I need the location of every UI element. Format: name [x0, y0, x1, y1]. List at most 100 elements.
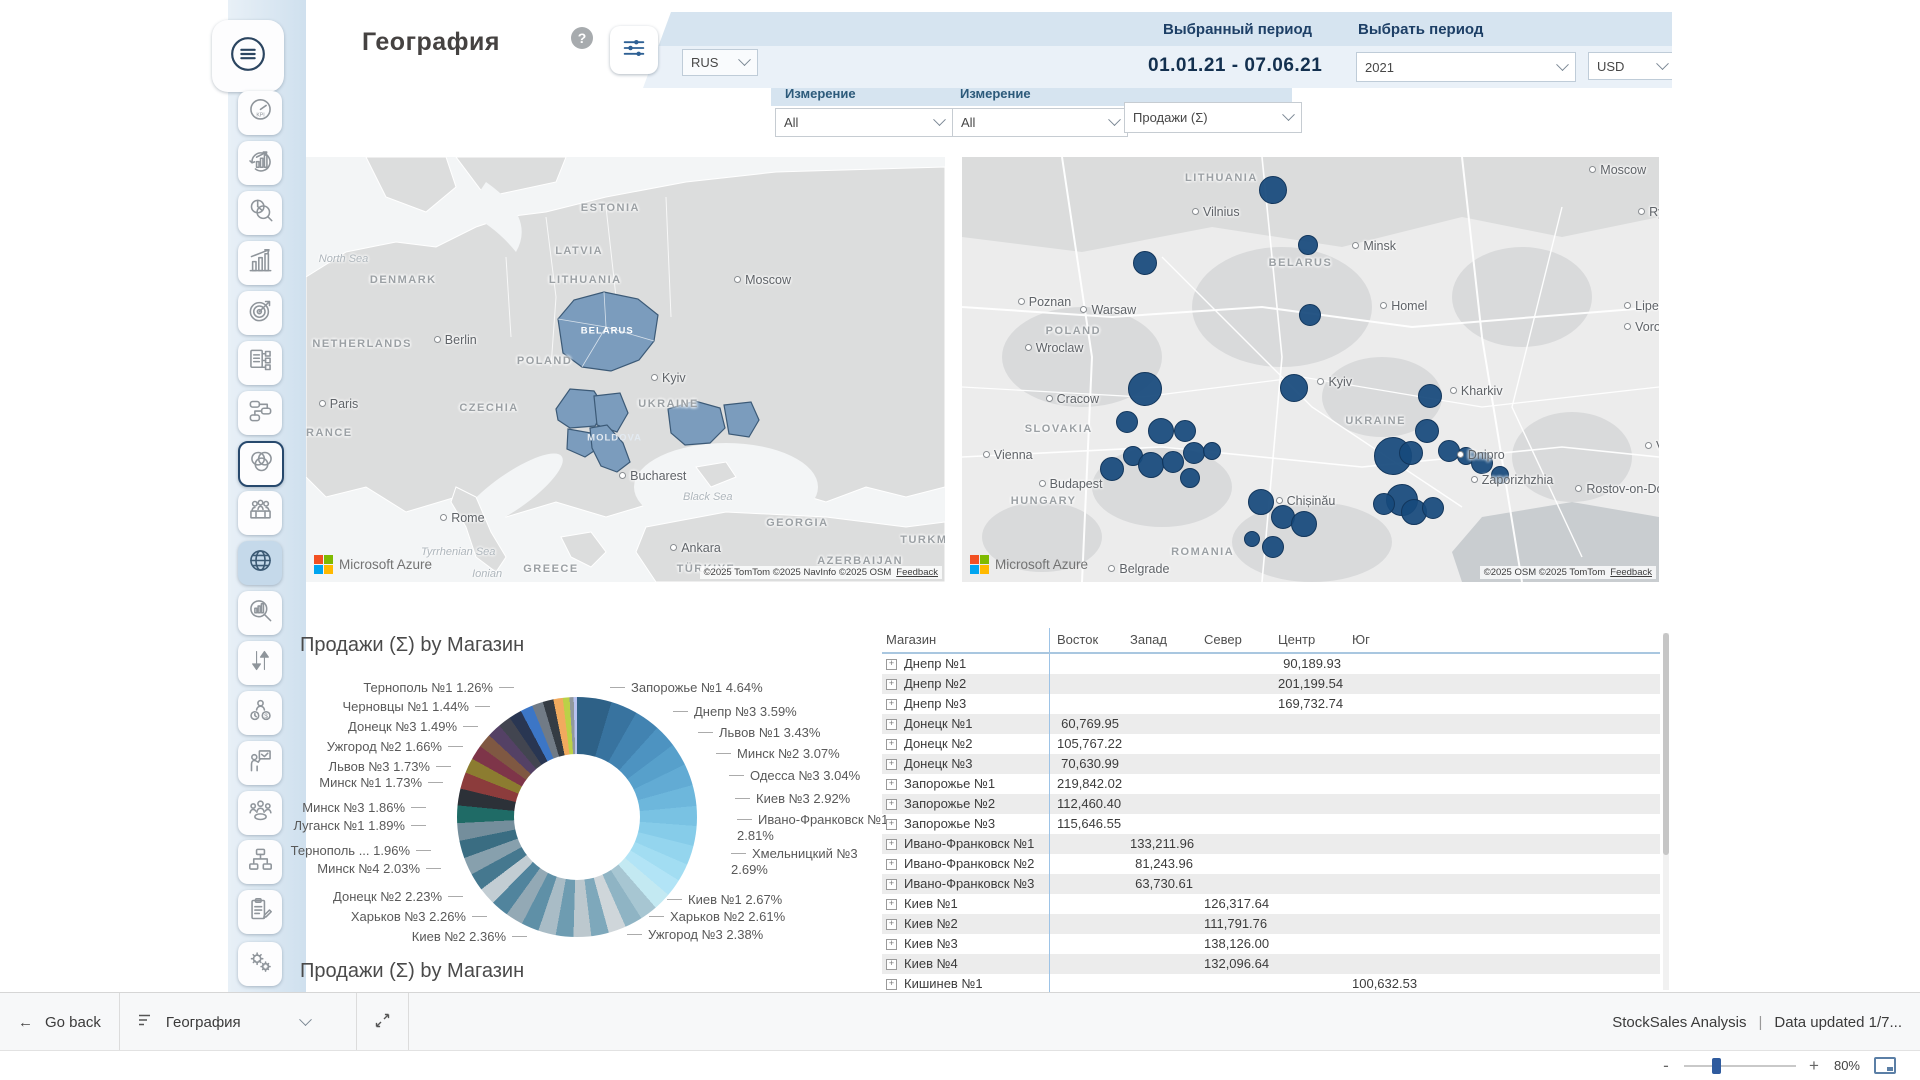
measure-dropdown[interactable]: Продажи (Σ) — [1124, 102, 1302, 133]
table-row[interactable]: +Днепр №3169,732.74 — [882, 694, 1660, 714]
expand-icon[interactable]: + — [886, 739, 897, 750]
table-row[interactable]: +Донецк №160,769.95 — [882, 714, 1660, 734]
expand-icon[interactable]: + — [886, 759, 897, 770]
table-row[interactable]: +Днепр №190,189.93 — [882, 654, 1660, 674]
sidebar-item-process[interactable] — [238, 391, 282, 435]
expand-icon[interactable]: + — [886, 899, 897, 910]
table-row[interactable]: +Ивано-Франковск №1133,211.96 — [882, 834, 1660, 854]
store-bubble[interactable] — [1174, 420, 1196, 442]
store-bubble[interactable] — [1259, 176, 1287, 204]
store-bubble[interactable] — [1180, 468, 1200, 488]
sidebar-item-staff-finance[interactable]: $ — [238, 691, 282, 735]
sidebar-item-segments[interactable] — [238, 441, 284, 487]
table-row[interactable]: +Запорожье №1219,842.02 — [882, 774, 1660, 794]
sidebar-item-kpi[interactable]: KPI — [238, 91, 282, 135]
store-bubble[interactable] — [1183, 442, 1205, 464]
expand-icon[interactable]: + — [886, 959, 897, 970]
expand-icon[interactable]: + — [886, 719, 897, 730]
sidebar-item-audit[interactable] — [238, 890, 282, 934]
table-row[interactable]: +Донецк №370,630.99 — [882, 754, 1660, 774]
europe-choropleth-map[interactable]: MoscowESTONIALATVIALITHUANIADENMARKNorth… — [306, 157, 945, 582]
store-bubble[interactable] — [1100, 457, 1124, 481]
expand-icon[interactable]: + — [886, 779, 897, 790]
table-row[interactable]: +Киев №2111,791.76 — [882, 914, 1660, 934]
sidebar-item-sales-bars[interactable] — [238, 241, 282, 285]
store-bubble[interactable] — [1244, 531, 1260, 547]
expand-icon[interactable]: + — [886, 799, 897, 810]
table-row[interactable]: +Днепр №2201,199.54 — [882, 674, 1660, 694]
sidebar-item-dynamics[interactable] — [238, 141, 282, 185]
column-header-север[interactable]: Север — [1197, 628, 1271, 652]
sidebar-item-inflow-outflow[interactable] — [238, 641, 282, 685]
store-bubble[interactable] — [1422, 497, 1444, 519]
store-bubble[interactable] — [1138, 452, 1164, 478]
table-row[interactable]: +Кишинев №1100,632.53 — [882, 974, 1660, 992]
expand-icon[interactable]: + — [886, 979, 897, 990]
sidebar-item-targets[interactable] — [238, 291, 282, 335]
sidebar-item-customers[interactable] — [238, 791, 282, 835]
sidebar-item-team-desk[interactable] — [238, 491, 282, 535]
table-row[interactable]: +Запорожье №2112,460.40 — [882, 794, 1660, 814]
table-row[interactable]: +Ивано-Франковск №363,730.61 — [882, 874, 1660, 894]
column-header-юг[interactable]: Юг — [1345, 628, 1419, 652]
sidebar-item-distribution[interactable] — [238, 840, 282, 884]
sidebar-item-presentation[interactable] — [238, 741, 282, 785]
table-scrollbar[interactable] — [1663, 633, 1669, 990]
help-icon[interactable]: ? — [571, 27, 593, 49]
store-bubble[interactable] — [1116, 411, 1138, 433]
sidebar-item-analysis-search[interactable] — [238, 191, 282, 235]
store-bubble[interactable] — [1415, 419, 1439, 443]
language-dropdown[interactable]: RUS — [682, 49, 758, 76]
expand-icon[interactable]: + — [886, 859, 897, 870]
expand-icon[interactable]: + — [886, 839, 897, 850]
page-selector[interactable]: География — [120, 993, 357, 1051]
expand-icon[interactable]: + — [886, 879, 897, 890]
store-bubble[interactable] — [1291, 511, 1317, 537]
store-bubble[interactable] — [1418, 384, 1442, 408]
table-row[interactable]: +Запорожье №3115,646.55 — [882, 814, 1660, 834]
expand-icon[interactable]: + — [886, 699, 897, 710]
column-header-восток[interactable]: Восток — [1050, 628, 1123, 652]
stores-bubble-map[interactable]: LITHUANIAVilniusMinskBELARUSMoscowRyazan… — [962, 157, 1659, 582]
store-bubble[interactable] — [1148, 418, 1174, 444]
expand-icon[interactable]: + — [886, 659, 897, 670]
store-bubble[interactable] — [1280, 374, 1308, 402]
store-bubble[interactable] — [1262, 536, 1284, 558]
dimension1-dropdown[interactable]: All — [775, 108, 953, 137]
store-bubble[interactable] — [1162, 451, 1184, 473]
sidebar-item-geography[interactable] — [238, 541, 282, 585]
menu-button[interactable] — [212, 20, 284, 92]
table-row[interactable]: +Донецк №2105,767.22 — [882, 734, 1660, 754]
zoom-slider[interactable] — [1684, 1065, 1796, 1067]
go-back-button[interactable]: ← Go back — [0, 993, 120, 1051]
store-bubble[interactable] — [1298, 235, 1318, 255]
store-bubble[interactable] — [1203, 442, 1221, 460]
feedback-link[interactable]: Feedback — [896, 567, 938, 578]
collapse-button[interactable] — [357, 993, 409, 1051]
column-header-запад[interactable]: Запад — [1123, 628, 1197, 652]
expand-icon[interactable]: + — [886, 939, 897, 950]
zoom-in-button[interactable]: + — [1806, 1056, 1822, 1076]
expand-icon[interactable]: + — [886, 819, 897, 830]
feedback-link[interactable]: Feedback — [1610, 567, 1652, 578]
table-row[interactable]: +Киев №4132,096.64 — [882, 954, 1660, 974]
sidebar-item-operations[interactable] — [238, 942, 282, 986]
table-row[interactable]: +Ивано-Франковск №281,243.96 — [882, 854, 1660, 874]
zoom-slider-handle[interactable] — [1712, 1058, 1721, 1074]
store-bubble[interactable] — [1373, 493, 1395, 515]
column-header-центр[interactable]: Центр — [1271, 628, 1345, 652]
period-dropdown[interactable]: 2021 — [1356, 52, 1576, 82]
sidebar-item-reports[interactable] — [238, 341, 282, 385]
column-header-store[interactable]: Магазин — [882, 628, 1050, 652]
store-bubble[interactable] — [1399, 441, 1423, 465]
sidebar-item-store-analysis[interactable] — [238, 591, 282, 635]
zoom-out-button[interactable]: - — [1658, 1056, 1674, 1076]
donut-chart[interactable] — [457, 697, 697, 937]
expand-icon[interactable]: + — [886, 919, 897, 930]
store-bubble[interactable] — [1133, 251, 1157, 275]
expand-icon[interactable]: + — [886, 679, 897, 690]
store-bubble[interactable] — [1248, 489, 1274, 515]
table-row[interactable]: +Киев №1126,317.64 — [882, 894, 1660, 914]
dimension2-dropdown[interactable]: All — [952, 108, 1128, 137]
store-bubble[interactable] — [1128, 372, 1162, 406]
